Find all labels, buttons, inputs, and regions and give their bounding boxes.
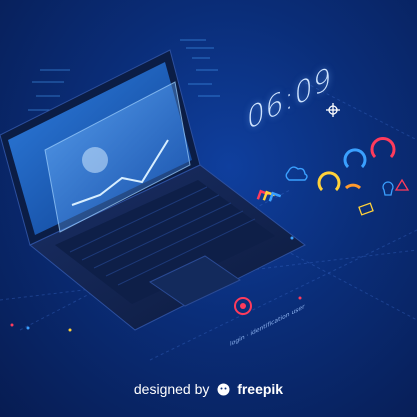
brand-name[interactable]: freepik — [237, 381, 283, 397]
designed-by-text: designed by — [133, 381, 210, 397]
illustration — [0, 39, 417, 361]
arrows-icon — [256, 189, 282, 202]
alert-icon — [394, 178, 410, 191]
cloud-icon — [285, 166, 308, 181]
mail-icon — [358, 202, 374, 216]
gear-icon — [326, 103, 340, 117]
footer-credit: designed by freepik — [0, 381, 417, 397]
gauges — [317, 137, 396, 192]
chart-pie-icon — [82, 147, 108, 173]
power-icon[interactable] — [234, 297, 252, 315]
lightbulb-icon — [382, 181, 394, 196]
freepik-logo-icon — [217, 383, 230, 396]
